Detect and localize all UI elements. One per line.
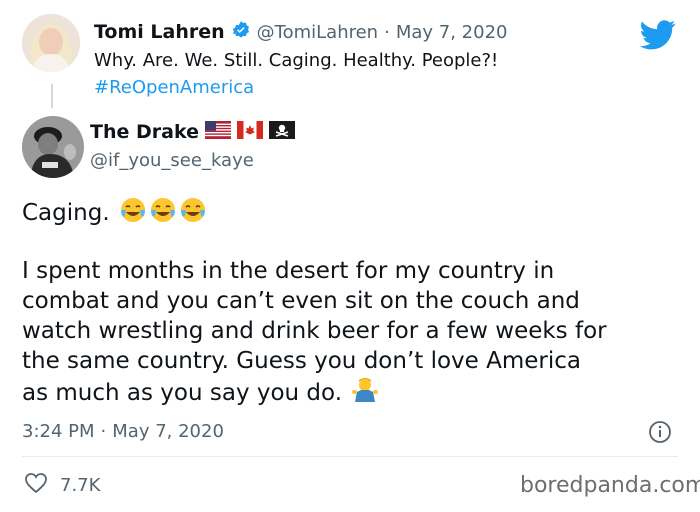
verified-badge-icon bbox=[231, 20, 251, 44]
crying-laughing-emoji-icon bbox=[179, 196, 207, 232]
tweet2-paragraph-last-line: as much as you say you do. bbox=[22, 376, 607, 412]
twitter-bird-icon[interactable] bbox=[640, 20, 676, 54]
tweet2-paragraph-line: watch wrestling and drink beer for a few… bbox=[22, 318, 607, 344]
tweet2-first-line: Caging. bbox=[22, 196, 207, 232]
tweet1-hashtag-link[interactable]: #ReOpenAmerica bbox=[94, 77, 254, 98]
tweet2-timestamp: 3:24 PM · May 7, 2020 bbox=[22, 421, 224, 442]
info-icon[interactable] bbox=[648, 420, 672, 448]
like-count: 7.7K bbox=[60, 474, 101, 496]
like-action[interactable]: 7.7K bbox=[24, 472, 100, 498]
avatar-the-drake[interactable] bbox=[22, 116, 84, 178]
avatar-image bbox=[22, 14, 80, 72]
crying-laughing-emoji-icon bbox=[119, 196, 147, 232]
avatar-tomi-lahren[interactable] bbox=[22, 14, 80, 72]
tweet1-handle[interactable]: @TomiLahren bbox=[257, 22, 378, 43]
tweet2-time[interactable]: 3:24 PM bbox=[22, 421, 95, 442]
tweet1-author-name[interactable]: Tomi Lahren bbox=[94, 21, 225, 43]
tweet2-paragraph-line: the same country. Guess you don’t love A… bbox=[22, 348, 581, 374]
tweet2-paragraph-line: as much as you say you do. bbox=[22, 380, 343, 406]
tweet1-text: Why. Are. We. Still. Caging. Healthy. Pe… bbox=[94, 50, 499, 71]
boredpanda-watermark: boredpanda.com bbox=[520, 473, 700, 498]
tweet2-header: The Drake bbox=[90, 121, 295, 143]
separator-dot: · bbox=[384, 21, 390, 43]
tweet1-date[interactable]: May 7, 2020 bbox=[396, 22, 508, 43]
man-shrugging-emoji-icon bbox=[351, 376, 379, 412]
tweet2-paragraph-line: combat and you can’t even sit on the cou… bbox=[22, 288, 580, 314]
crying-laughing-emoji-icon bbox=[149, 196, 177, 232]
avatar-image bbox=[22, 116, 84, 178]
heart-icon[interactable] bbox=[24, 472, 48, 498]
tweet2-paragraph-line: I spent months in the desert for my coun… bbox=[22, 258, 555, 284]
tweet2-handle[interactable]: @if_you_see_kaye bbox=[90, 150, 254, 171]
tweet2-line1-text: Caging. bbox=[22, 200, 110, 226]
thread-connector-line bbox=[51, 84, 53, 108]
divider bbox=[22, 456, 678, 457]
tweet2-date[interactable]: May 7, 2020 bbox=[112, 421, 224, 442]
us-flag-icon bbox=[204, 121, 231, 143]
tweet2-author-name[interactable]: The Drake bbox=[90, 121, 199, 143]
tweet1-header: Tomi Lahren @TomiLahren · May 7, 2020 bbox=[94, 20, 507, 44]
pirate-flag-icon bbox=[268, 121, 295, 143]
separator-dot: · bbox=[100, 421, 107, 442]
tweet2-paragraph: I spent months in the desert for my coun… bbox=[22, 256, 607, 412]
canada-flag-icon bbox=[236, 121, 263, 143]
